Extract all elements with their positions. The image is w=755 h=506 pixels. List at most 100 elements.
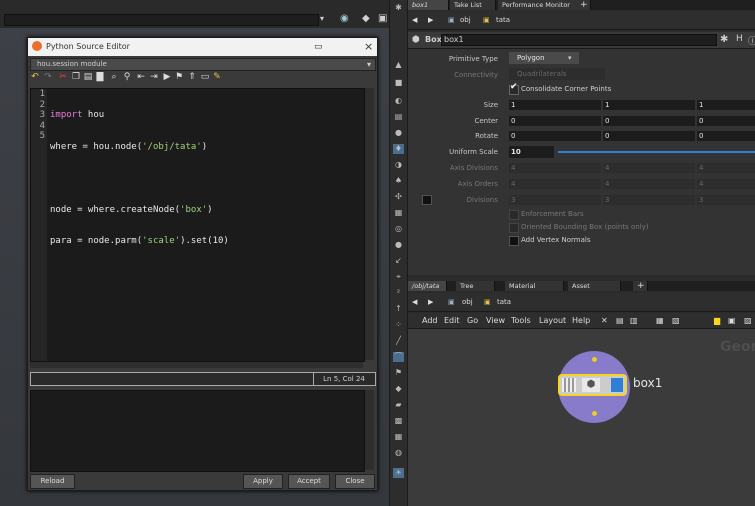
code-editor[interactable]: 1 2 3 4 5 import hou where = hou.node('/… <box>30 88 365 362</box>
save-icon[interactable]: ▇ <box>95 72 105 83</box>
tab-obj-tata[interactable]: /obj/tata <box>408 281 447 291</box>
points-icon[interactable]: ⁘ <box>393 320 404 330</box>
menu-view[interactable]: View <box>486 316 505 325</box>
grid-icon[interactable]: ▤ <box>616 316 624 325</box>
add-vertex-normals-checkbox[interactable] <box>509 236 519 246</box>
back-icon[interactable]: ◀ <box>412 15 417 26</box>
lock-icon[interactable]: ■ <box>393 78 404 88</box>
path-node[interactable]: tata <box>496 15 510 26</box>
bone-icon[interactable]: ▰ <box>393 400 404 410</box>
div-y-field[interactable]: 3 <box>603 195 695 205</box>
center-y-field[interactable]: 0 <box>603 116 695 126</box>
uniform-scale-field[interactable]: 10 <box>509 146 554 158</box>
path-node[interactable]: tata <box>497 297 511 308</box>
menu-edit[interactable]: Edit <box>444 316 460 325</box>
uniform-scale-slider[interactable] <box>558 151 755 153</box>
output-scrollbar[interactable] <box>365 390 374 470</box>
node-bypass-flag[interactable] <box>562 378 576 392</box>
menu-layout[interactable]: Layout <box>539 316 566 325</box>
marker-icon[interactable]: ● <box>393 240 404 250</box>
viewport-path-field[interactable] <box>4 14 319 26</box>
globe-icon[interactable]: ◉ <box>340 13 349 24</box>
note-icon[interactable]: ✎ <box>212 72 222 83</box>
node-name-field[interactable]: box1 <box>441 34 717 46</box>
bulb-icon[interactable]: ♠ <box>393 176 404 186</box>
tab-performance-monitor[interactable]: Performance Monitor <box>498 0 577 10</box>
dock-icon[interactable]: ▭ <box>314 42 323 52</box>
module-selector[interactable]: hou.session module ▾ <box>30 58 376 71</box>
rotate-x-field[interactable]: 0 <box>509 131 601 141</box>
indent-icon[interactable]: ⇥ <box>149 72 159 83</box>
axis-div-y-field[interactable]: 4 <box>603 163 695 173</box>
flag-run-icon[interactable]: ⚑ <box>174 72 184 83</box>
menu-help[interactable]: Help <box>572 316 590 325</box>
wrench-icon[interactable]: ✕ <box>601 316 608 325</box>
snap-icon[interactable]: ✣ <box>393 192 404 202</box>
add-tab-button[interactable]: + <box>633 281 648 291</box>
size-y-field[interactable]: 1 <box>603 100 695 110</box>
node-display-flag[interactable] <box>611 378 623 392</box>
cut-icon[interactable]: ✂ <box>58 72 68 83</box>
select-icon[interactable]: ▲ <box>393 60 404 70</box>
image-icon[interactable]: ▨ <box>744 316 752 325</box>
apply-button[interactable]: Apply <box>243 474 283 489</box>
add-tab-button[interactable]: + <box>576 0 591 10</box>
dropdown-arrow-icon[interactable]: ▾ <box>320 14 324 23</box>
size-z-field[interactable]: 1 <box>697 100 755 110</box>
menu-add[interactable]: Add <box>422 316 438 325</box>
run-icon[interactable]: ▶ <box>162 72 172 83</box>
normals-icon[interactable]: ↑ <box>393 304 404 314</box>
axis-ord-y-field[interactable]: 4 <box>603 179 695 189</box>
path-obj[interactable]: obj <box>460 15 471 26</box>
unindent-icon[interactable]: ⇤ <box>136 72 146 83</box>
number-icon[interactable]: ² <box>393 288 404 298</box>
network-editor[interactable]: Geom ⬢ box1 <box>408 329 755 506</box>
rotate-y-field[interactable]: 0 <box>603 131 695 141</box>
oriented-bbox-checkbox[interactable] <box>509 223 519 233</box>
menu-go[interactable]: Go <box>467 316 478 325</box>
tab-asset-browser[interactable]: Asset Browser <box>568 281 621 300</box>
info-icon[interactable]: ⓘ <box>748 34 755 47</box>
curve-icon[interactable]: ⌒ <box>393 352 404 362</box>
note-icon[interactable]: ▆ <box>714 316 720 325</box>
axis-ord-x-field[interactable]: 4 <box>509 179 601 189</box>
div-z-field[interactable]: 3 <box>697 195 755 205</box>
comment-icon[interactable]: ▭ <box>200 72 210 83</box>
list-icon[interactable]: ▥ <box>630 316 638 325</box>
tab-material-palette[interactable]: Material Palette <box>505 281 564 300</box>
tab-tree-view[interactable]: Tree View <box>456 281 495 300</box>
redo-icon[interactable]: ↷ <box>43 72 53 83</box>
accept-button[interactable]: Accept <box>288 474 330 489</box>
div-x-field[interactable]: 3 <box>509 195 601 205</box>
help-icon[interactable]: H <box>736 34 743 44</box>
cube-icon[interactable]: ◆ <box>362 13 370 24</box>
forward-icon[interactable]: ▶ <box>428 15 433 26</box>
axis-div-z-field[interactable]: 4 <box>697 163 755 173</box>
edges-icon[interactable]: ╱ <box>393 336 404 346</box>
mesh-icon[interactable]: ▦ <box>393 432 404 442</box>
grid-icon[interactable]: ▦ <box>393 208 404 218</box>
replace-icon[interactable]: ⚲ <box>122 72 132 83</box>
size-x-field[interactable]: 1 <box>509 100 601 110</box>
code-vertical-scrollbar[interactable] <box>365 88 374 360</box>
arrow-up-icon[interactable]: ⇑ <box>187 72 197 83</box>
tab-take-list[interactable]: Take List <box>450 0 496 10</box>
code-horizontal-scrollbar[interactable] <box>30 362 363 368</box>
display-icon[interactable]: ● <box>393 128 404 138</box>
axis-ord-z-field[interactable]: 4 <box>697 179 755 189</box>
back-icon[interactable]: ◀ <box>412 297 417 308</box>
axis-div-x-field[interactable]: 4 <box>509 163 601 173</box>
center-x-field[interactable]: 0 <box>509 116 601 126</box>
flag-icon[interactable]: ⚑ <box>393 368 404 378</box>
paste-icon[interactable]: ▤ <box>83 72 93 83</box>
handle-icon[interactable]: ⌖ <box>393 272 404 282</box>
undo-icon[interactable]: ↶ <box>30 72 40 83</box>
gear-icon[interactable]: ✱ <box>393 3 404 13</box>
light-bulb-icon[interactable]: ☀ <box>393 468 404 478</box>
path-obj[interactable]: obj <box>462 297 473 308</box>
connectivity-select[interactable]: Quadrilaterals <box>509 68 605 80</box>
visibility-icon[interactable]: ◎ <box>393 224 404 234</box>
rotate-z-field[interactable]: 0 <box>697 131 755 141</box>
tab-box1[interactable]: box1 <box>408 0 449 10</box>
camera-icon[interactable]: ▣ <box>378 13 387 24</box>
